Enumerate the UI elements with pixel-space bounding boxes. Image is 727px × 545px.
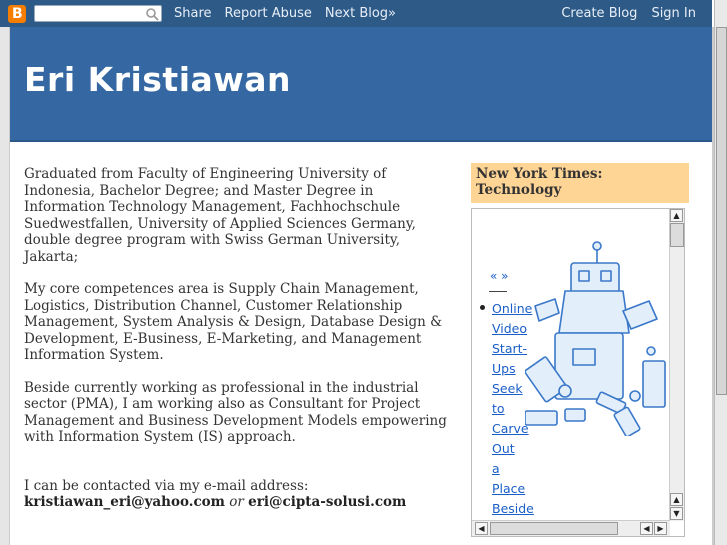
email-cipta: eri@cipta-solusi.com: [248, 494, 407, 510]
feed-divider: [489, 291, 507, 292]
robot-illustration-icon: [525, 241, 666, 436]
bio-paragraph-work: Beside currently working as professional…: [24, 379, 447, 446]
page-scrollbar-top: [714, 0, 727, 27]
feed-pager[interactable]: « »: [490, 269, 509, 283]
blog-header: Eri Kristiawan: [10, 27, 712, 142]
feed-headline-word[interactable]: Out: [492, 439, 534, 459]
bullet-icon: [480, 305, 485, 310]
blog-title[interactable]: Eri Kristiawan: [24, 60, 291, 99]
page-scrollbar[interactable]: [714, 27, 727, 545]
nyt-feed-widget[interactable]: « » Online Video Start- Ups Seek to Carv…: [471, 208, 685, 537]
bio-paragraph-competences: My core competences area is Supply Chain…: [24, 281, 443, 363]
email-yahoo: kristiawan_eri@yahoo.com: [24, 494, 225, 510]
sign-in-link[interactable]: Sign In: [651, 6, 696, 21]
next-blog-link[interactable]: Next Blog»: [325, 6, 396, 21]
list-item[interactable]: Online Video Start- Ups Seek to Carve Ou…: [480, 299, 534, 519]
main-post: Graduated from Faculty of Engineering Un…: [24, 166, 449, 511]
bio-paragraph-education: Graduated from Faculty of Engineering Un…: [24, 166, 416, 265]
feed-vertical-scrollbar[interactable]: ▲ ▲ ▼: [669, 209, 684, 521]
feed-headline-word[interactable]: Place: [492, 479, 534, 499]
feed-headline-word[interactable]: to: [492, 399, 534, 419]
contact-block: I can be contacted via my e-mail address…: [24, 478, 449, 511]
page-frame-left: [0, 27, 10, 545]
feed-headline-word[interactable]: Ups: [492, 359, 534, 379]
email-or: or: [229, 494, 244, 510]
scroll-left-arrow-icon[interactable]: ◀: [475, 522, 488, 535]
feed-headline-word[interactable]: a: [492, 459, 534, 479]
sidebar-title: New York Times: Technology: [471, 163, 689, 203]
share-link[interactable]: Share: [174, 6, 212, 21]
search-icon[interactable]: [145, 7, 159, 21]
navbar-search-input[interactable]: [34, 5, 162, 22]
blogger-logo-icon[interactable]: B: [8, 4, 26, 23]
feed-horizontal-scrollbar[interactable]: ◀ ◀ ▶: [472, 520, 670, 536]
feed-headline-word[interactable]: Seek: [492, 379, 534, 399]
scroll-up-arrow-icon[interactable]: ▲: [670, 209, 683, 222]
scroll-left-arrow-icon[interactable]: ◀: [640, 522, 653, 535]
feed-vscroll-thumb[interactable]: [670, 223, 684, 247]
feed-list: Online Video Start- Ups Seek to Carve Ou…: [480, 299, 534, 519]
blogger-navbar: B Share Report Abuse Next Blog» Create B…: [0, 0, 712, 27]
feed-headline-word[interactable]: Video: [492, 319, 534, 339]
feed-headline-word[interactable]: Carve: [492, 419, 534, 439]
page-scroll-thumb[interactable]: [716, 27, 727, 395]
create-blog-link[interactable]: Create Blog: [561, 6, 637, 21]
scroll-down-arrow-icon[interactable]: ▼: [670, 507, 683, 520]
feed-headline-word[interactable]: Online: [492, 299, 534, 319]
contact-intro: I can be contacted via my e-mail address…: [24, 477, 309, 494]
feed-headline-word[interactable]: Start-: [492, 339, 534, 359]
scroll-right-arrow-icon[interactable]: ▶: [654, 522, 667, 535]
feed-headline-word[interactable]: Beside: [492, 499, 534, 519]
feed-hscroll-thumb[interactable]: [490, 522, 618, 535]
scroll-up-arrow-icon[interactable]: ▲: [670, 493, 683, 506]
report-abuse-link[interactable]: Report Abuse: [225, 6, 312, 21]
